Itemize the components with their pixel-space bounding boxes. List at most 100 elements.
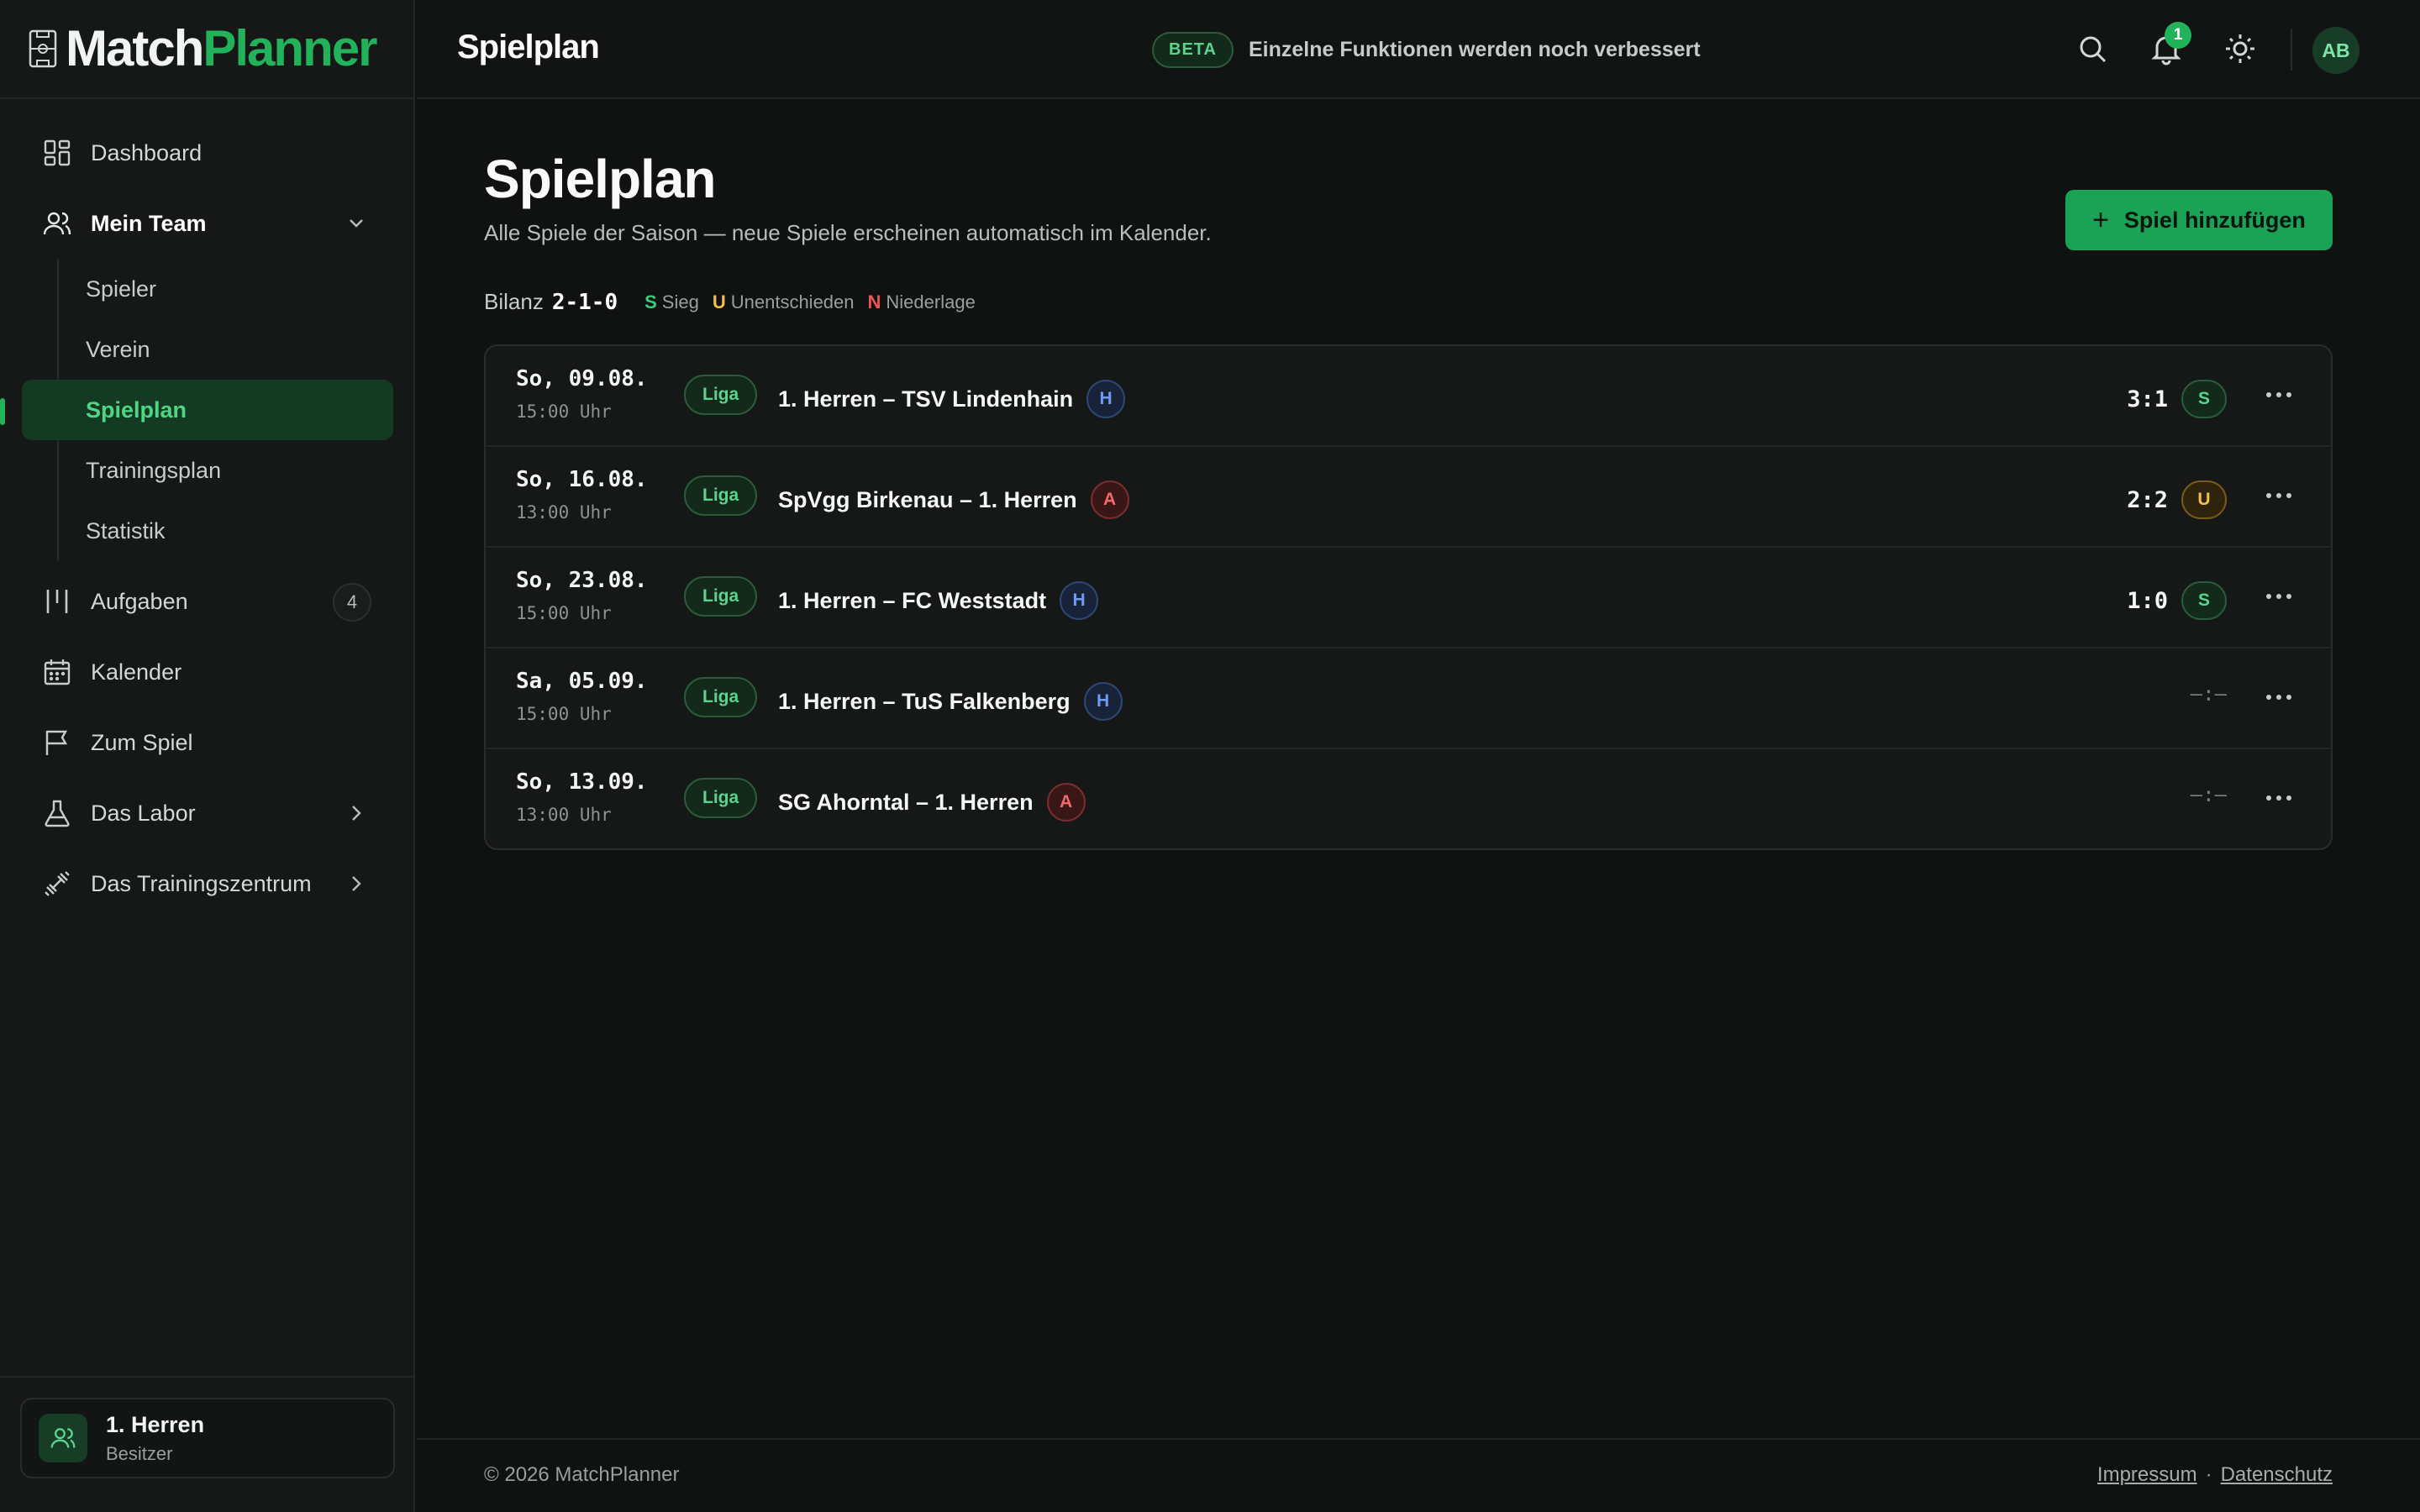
match-time: 13:00 Uhr xyxy=(516,502,612,522)
venue-badge: A xyxy=(1046,783,1086,822)
sidebar-item-kalender[interactable]: Kalender xyxy=(20,637,393,707)
sidebar-subitem-verein[interactable]: Verein xyxy=(59,319,393,380)
match-time: 15:00 Uhr xyxy=(516,704,612,724)
sidebar-subitem-statistik[interactable]: Statistik xyxy=(59,501,393,561)
app: MatchPlanner Dashboard Mein Team Spieler… xyxy=(0,0,2420,1512)
more-options-icon[interactable] xyxy=(2264,588,2294,605)
score-value: 3:1 xyxy=(2127,386,2168,412)
page-title: Spielplan xyxy=(484,149,716,209)
beta-badge: BETA xyxy=(1152,32,1234,68)
match-score: –:– xyxy=(2191,783,2227,806)
impressum-link[interactable]: Impressum xyxy=(2097,1463,2197,1487)
chevron-right-icon[interactable] xyxy=(345,872,368,895)
sidebar-item-dashboard[interactable]: Dashboard xyxy=(20,118,393,188)
page-subtitle: Alle Spiele der Saison — neue Spiele ers… xyxy=(484,220,1212,245)
match-time: 15:00 Uhr xyxy=(516,402,612,422)
sidebar-subitem-trainingsplan[interactable]: Trainingsplan xyxy=(59,440,393,501)
competition-badge: Liga xyxy=(684,576,758,617)
match-score: 2:2 U xyxy=(2127,480,2227,519)
datenschutz-link[interactable]: Datenschutz xyxy=(2221,1463,2333,1487)
competition-badge: Liga xyxy=(684,475,758,516)
match-list: So, 09.08. 15:00 Uhr Liga 1. Herren – TS… xyxy=(484,344,2333,850)
dumbbell-icon xyxy=(45,871,70,896)
chevron-right-icon[interactable] xyxy=(345,801,368,825)
main-nav: Dashboard Mein Team Spieler Verein Spiel… xyxy=(0,99,413,919)
match-row[interactable]: So, 09.08. 15:00 Uhr Liga 1. Herren – TS… xyxy=(486,346,2331,447)
notification-count: 1 xyxy=(2165,22,2191,49)
chevron-down-icon[interactable] xyxy=(345,212,368,235)
more-options-icon[interactable] xyxy=(2264,487,2294,504)
team-switcher[interactable]: 1. Herren Besitzer xyxy=(20,1398,395,1478)
sidebar-item-label: Kalender xyxy=(91,659,182,685)
match-time: 13:00 Uhr xyxy=(516,805,612,825)
result-badge: U xyxy=(2181,480,2227,519)
team-role: Besitzer xyxy=(106,1442,173,1464)
sidebar-item-trainingszentrum[interactable]: Das Trainingszentrum xyxy=(20,848,393,919)
divider xyxy=(0,1376,415,1378)
record-summary: Bilanz 2-1-0 S Sieg U Unentschieden N Niede… xyxy=(484,289,989,315)
beta-notice: BETA Einzelne Funktionen werden noch ver… xyxy=(1152,32,1701,68)
match-time: 15:00 Uhr xyxy=(516,603,612,623)
main-content: Spielplan Alle Spiele der Saison — neue … xyxy=(417,101,2420,1411)
match-date: So, 16.08. xyxy=(516,467,648,492)
brand-name: MatchPlanner xyxy=(66,20,377,76)
beta-text: Einzelne Funktionen werden noch verbesse… xyxy=(1248,38,1701,61)
match-score: 1:0 S xyxy=(2127,581,2227,620)
more-options-icon[interactable] xyxy=(2264,689,2294,706)
sidebar-item-label: Zum Spiel xyxy=(91,729,193,755)
copyright: © 2026 MatchPlanner xyxy=(484,1463,680,1486)
match-row[interactable]: So, 23.08. 15:00 Uhr Liga 1. Herren – FC… xyxy=(486,548,2331,648)
score-value: 2:2 xyxy=(2127,486,2168,513)
sidebar-item-label: Das Trainingszentrum xyxy=(91,870,312,896)
match-row[interactable]: So, 13.09. 13:00 Uhr Liga SG Ahorntal – … xyxy=(486,749,2331,848)
divider xyxy=(417,1438,2420,1440)
team-name: 1. Herren xyxy=(106,1411,205,1437)
footer-links: Impressum · Datenschutz xyxy=(2097,1463,2333,1487)
more-options-icon[interactable] xyxy=(2264,790,2294,806)
pitch-icon xyxy=(29,29,57,68)
sidebar-item-zum-spiel[interactable]: Zum Spiel xyxy=(20,707,393,778)
sidebar-item-das-labor[interactable]: Das Labor xyxy=(20,778,393,848)
legend-draw: U Unentschieden xyxy=(712,291,855,312)
venue-badge: A xyxy=(1090,480,1129,519)
logo[interactable]: MatchPlanner xyxy=(0,0,413,99)
search-icon[interactable] xyxy=(2075,32,2109,66)
match-title: 1. Herren – TSV Lindenhain H xyxy=(778,380,1126,418)
sun-icon[interactable] xyxy=(2223,32,2257,66)
add-match-button[interactable]: + Spiel hinzufügen xyxy=(2065,190,2333,250)
match-row[interactable]: Sa, 05.09. 15:00 Uhr Liga 1. Herren – Tu… xyxy=(486,648,2331,749)
calendar-icon xyxy=(44,659,71,685)
sidebar-item-aufgaben[interactable]: Aufgaben 4 xyxy=(20,566,393,637)
topbar-title: Spielplan xyxy=(457,29,600,66)
sidebar-subitem-spieler[interactable]: Spieler xyxy=(59,259,393,319)
legend-win: S Sieg xyxy=(644,291,699,312)
match-date: So, 09.08. xyxy=(516,366,648,391)
match-score: 3:1 S xyxy=(2127,380,2227,418)
record-label: Bilanz xyxy=(484,289,544,314)
match-date: So, 23.08. xyxy=(516,568,648,593)
users-icon xyxy=(43,212,71,235)
user-avatar[interactable]: AB xyxy=(2312,27,2360,74)
sidebar-item-mein-team[interactable]: Mein Team xyxy=(20,188,393,259)
match-title: SG Ahorntal – 1. Herren A xyxy=(778,783,1086,822)
team-avatar xyxy=(39,1414,87,1462)
separator: · xyxy=(2205,1463,2212,1486)
score-value: –:– xyxy=(2190,783,2227,806)
match-date: Sa, 05.09. xyxy=(516,669,648,694)
competition-badge: Liga xyxy=(684,677,758,717)
sidebar-item-label: Dashboard xyxy=(91,139,203,165)
flask-icon xyxy=(45,800,70,827)
match-title: 1. Herren – FC Weststadt H xyxy=(778,581,1099,620)
topbar: Spielplan BETA Einzelne Funktionen werde… xyxy=(417,0,2420,99)
sidebar-subitem-spielplan[interactable]: Spielplan xyxy=(22,380,393,440)
sidebar-item-label: Mein Team xyxy=(91,210,207,236)
match-title: SpVgg Birkenau – 1. Herren A xyxy=(778,480,1129,519)
score-value: 1:0 xyxy=(2127,587,2168,614)
match-row[interactable]: So, 16.08. 13:00 Uhr Liga SpVgg Birkenau… xyxy=(486,447,2331,548)
match-title: 1. Herren – TuS Falkenberg H xyxy=(778,682,1123,721)
result-badge: S xyxy=(2181,380,2227,418)
venue-badge: H xyxy=(1086,380,1126,418)
more-options-icon[interactable] xyxy=(2264,386,2294,403)
competition-badge: Liga xyxy=(684,375,758,415)
match-score: –:– xyxy=(2191,682,2227,706)
